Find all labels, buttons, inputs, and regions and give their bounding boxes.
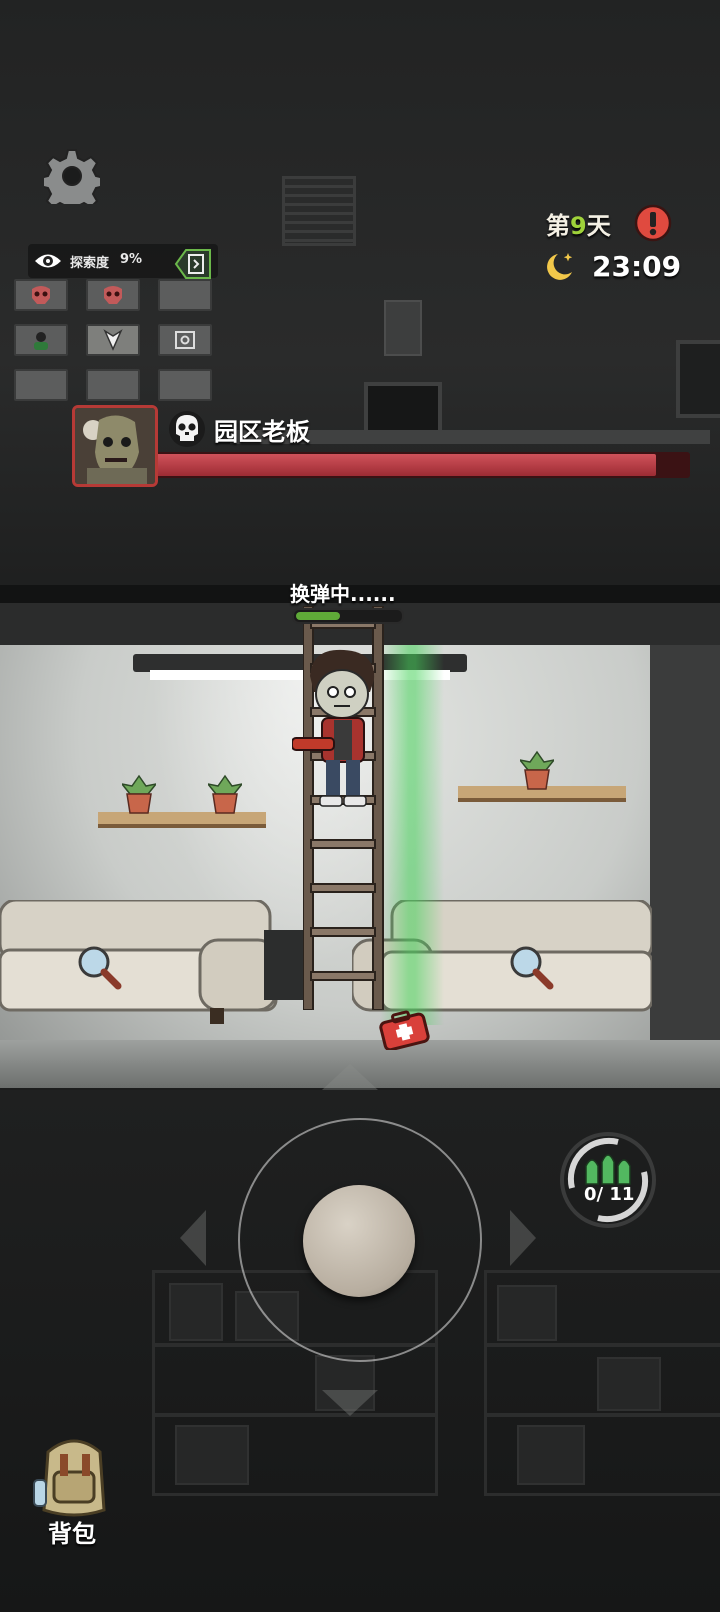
zombie-icon: [32, 286, 50, 304]
map-cell: [158, 369, 212, 401]
moon-icon: [542, 250, 576, 282]
joystick-knob[interactable]: [303, 1185, 415, 1297]
computer-monitor: [676, 340, 720, 418]
boss-portrait: [72, 405, 158, 487]
backpack-icon[interactable]: [30, 1432, 118, 1520]
lounge-side-wall: [650, 645, 720, 1085]
search-magnifier-icon[interactable]: [508, 944, 554, 990]
joystick-left-arrow-icon: [180, 1210, 206, 1266]
explore-percent: 9%: [120, 252, 143, 267]
player-character: [291, 648, 392, 808]
boss-name: 园区老板: [214, 418, 310, 446]
bullet-icon: [585, 1154, 631, 1185]
map-cell: [86, 279, 140, 311]
map-cell: [14, 279, 68, 311]
joystick-up-arrow-icon: [322, 1064, 378, 1090]
alert-icon[interactable]: [634, 204, 672, 242]
day-counter: 第9天: [546, 212, 611, 240]
safe-icon: [175, 331, 195, 349]
joystick-down-arrow-icon: [322, 1390, 378, 1416]
map-cell: [14, 369, 68, 401]
potted-plant: [120, 772, 158, 814]
explore-label: 探索度: [70, 256, 110, 271]
reload-progress-fill: [296, 612, 340, 620]
ammo-reload-button[interactable]: [558, 1130, 658, 1230]
game-clock: 23:09: [592, 250, 682, 283]
npc-icon: [34, 332, 48, 350]
wall-shelf-left: [98, 812, 266, 828]
ammo-count: 0/ 11: [584, 1184, 635, 1205]
medkit-icon[interactable]: [376, 1010, 432, 1052]
sofa-left: [0, 898, 280, 1030]
potted-plant: [206, 772, 244, 814]
boss-health-fill: [152, 454, 656, 476]
player-marker-icon: [103, 329, 123, 351]
electric-box: [384, 300, 422, 356]
settings-gear-icon[interactable]: [39, 148, 105, 215]
potted-plant: [518, 748, 556, 790]
map-cell: [158, 279, 212, 311]
eye-icon: [34, 252, 62, 270]
map-cell-current: [86, 324, 140, 356]
storage-rack-right: [484, 1270, 720, 1496]
zombie-icon: [104, 286, 122, 304]
search-magnifier-icon[interactable]: [76, 944, 122, 990]
wall-vent: [282, 176, 356, 246]
map-cell: [14, 324, 68, 356]
skull-icon: [168, 410, 206, 448]
exit-door-icon[interactable]: [172, 247, 212, 281]
joystick-right-arrow-icon: [510, 1210, 536, 1266]
map-cell: [158, 324, 212, 356]
reload-status: 换弹中......: [290, 582, 396, 606]
backpack-label: 背包: [48, 1520, 96, 1548]
map-cell: [86, 369, 140, 401]
